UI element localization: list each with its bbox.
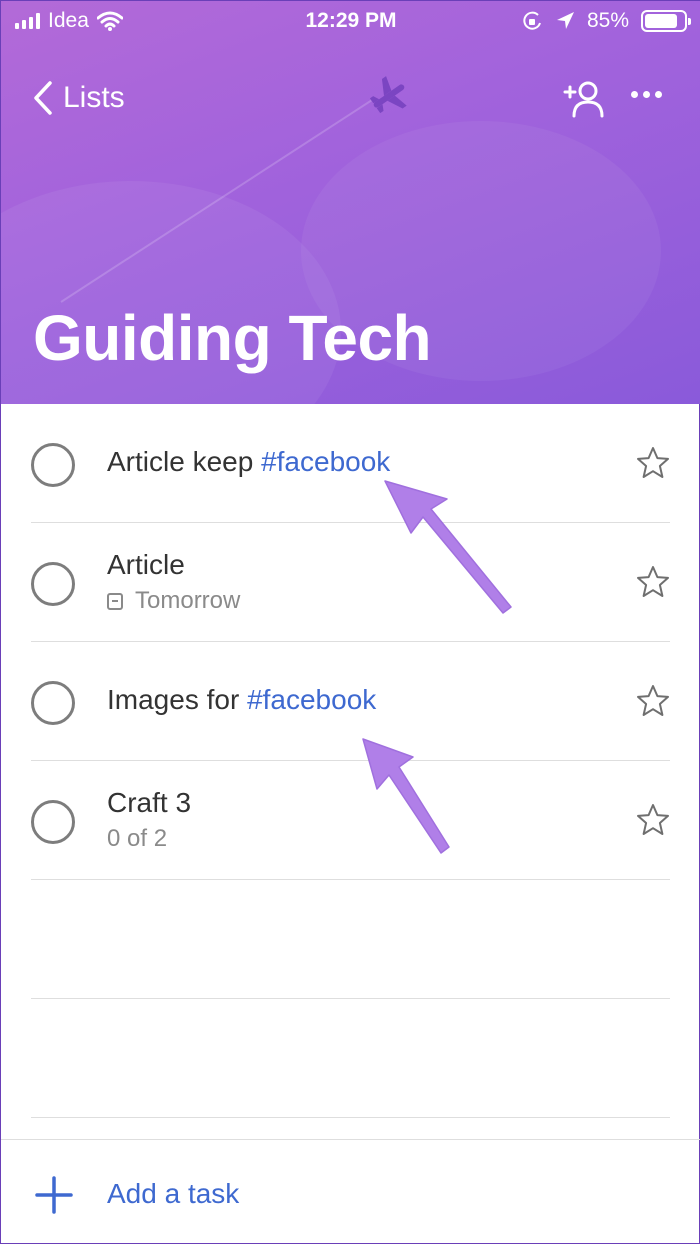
task-title: Craft 3: [107, 787, 192, 818]
hashtag-link[interactable]: #facebook: [247, 684, 376, 715]
subtask-progress: 0 of 2: [107, 825, 168, 852]
task-row[interactable]: Craft 3 0 of 2: [31, 761, 670, 880]
star-icon[interactable]: [636, 446, 670, 480]
complete-checkbox[interactable]: [31, 562, 75, 606]
orientation-lock-icon: [523, 11, 541, 30]
page-title: Guiding Tech: [33, 302, 432, 374]
location-icon: [556, 12, 574, 29]
task-row[interactable]: Article Tomorrow: [31, 523, 670, 642]
chevron-left-icon: [34, 81, 52, 115]
back-button[interactable]: Lists: [33, 81, 125, 115]
add-task-bar[interactable]: Add a task: [1, 1139, 700, 1244]
complete-checkbox[interactable]: [31, 800, 75, 844]
task-title: Article: [107, 549, 185, 580]
task-row[interactable]: Images for #facebook: [31, 642, 670, 761]
empty-row: [31, 999, 670, 1118]
add-person-icon[interactable]: [563, 81, 605, 119]
task-row[interactable]: Article keep #facebook: [31, 404, 670, 523]
hashtag-link[interactable]: #facebook: [261, 446, 390, 477]
star-icon[interactable]: [636, 684, 670, 718]
empty-row: [31, 880, 670, 999]
plus-icon[interactable]: [35, 1176, 73, 1214]
more-icon[interactable]: [631, 91, 662, 98]
airplane-icon: [369, 76, 407, 114]
list-header: Idea 12:29 PM 85% Lists Guiding Tech: [1, 1, 700, 404]
calendar-icon: [107, 592, 123, 610]
task-title: Article keep #facebook: [107, 446, 391, 477]
status-bar: Idea 12:29 PM 85%: [1, 1, 700, 41]
battery-percent: 85%: [586, 9, 629, 32]
star-icon[interactable]: [636, 565, 670, 599]
back-label: Lists: [63, 81, 125, 114]
star-icon[interactable]: [636, 803, 670, 837]
complete-checkbox[interactable]: [31, 443, 75, 487]
complete-checkbox[interactable]: [31, 681, 75, 725]
task-due-date: Tomorrow: [107, 587, 240, 615]
task-title: Images for #facebook: [107, 684, 377, 715]
add-task-button[interactable]: Add a task: [107, 1178, 239, 1210]
due-date-label: Tomorrow: [135, 587, 241, 614]
battery-icon: [641, 10, 691, 32]
task-list: Article keep #facebook Article Tomorrow …: [1, 404, 700, 1118]
